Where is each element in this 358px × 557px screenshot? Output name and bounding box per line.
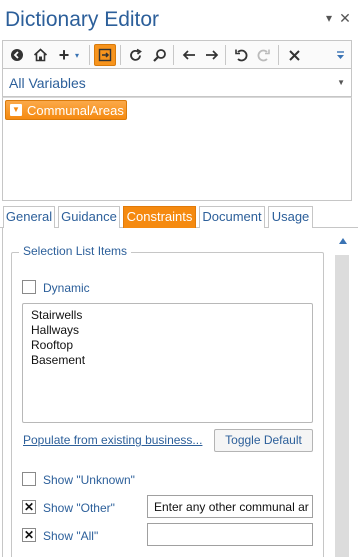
show-all-text-input[interactable] [147,523,313,546]
toggle-default-button[interactable]: Toggle Default [214,429,313,452]
toolbar-separator [225,45,226,65]
vertical-scrollbar[interactable] [334,232,352,557]
tree-node-communal-areas[interactable]: ▼ CommunalAreas [5,100,127,120]
show-other-label: Show "Other" [43,501,115,515]
tab-general[interactable]: General [3,206,55,228]
toolbar-separator [120,45,121,65]
variable-selector[interactable]: All Variables ▼ [2,69,352,97]
insert-icon[interactable] [94,44,116,66]
undo-icon[interactable] [230,44,252,66]
back-icon[interactable] [6,44,28,66]
delete-icon[interactable] [283,44,305,66]
list-item[interactable]: Stairwells [31,308,304,323]
selection-list-box[interactable]: Stairwells Hallways Rooftop Basement [22,303,313,423]
populate-link[interactable]: Populate from existing business... [23,433,202,447]
window-title: Dictionary Editor [5,8,160,31]
tab-usage[interactable]: Usage [268,206,313,228]
toolbar-separator [89,45,90,65]
add-dropdown-icon[interactable]: ▾ [71,44,83,66]
scroll-up-icon[interactable] [339,238,347,244]
navigate-forward-icon[interactable] [201,44,223,66]
variable-selector-value: All Variables [9,75,86,91]
title-bar: Dictionary Editor ▾ ✕ [0,0,358,38]
home-icon[interactable] [29,44,51,66]
tree-node-label: CommunalAreas [27,103,124,118]
show-unknown-label: Show "Unknown" [43,473,135,487]
show-other-checkbox[interactable]: ✕ [22,500,36,514]
show-all-label: Show "All" [43,529,99,543]
tab-guidance[interactable]: Guidance [58,206,120,228]
list-item[interactable]: Hallways [31,323,304,338]
pin-icon[interactable]: ▾ [322,11,336,25]
scroll-thumb[interactable] [335,255,349,557]
tab-bar: General Guidance Constraints Document Us… [0,205,358,228]
toolbar-separator [173,45,174,65]
dynamic-label: Dynamic [43,281,90,295]
list-item[interactable]: Rooftop [31,338,304,353]
tab-document[interactable]: Document [199,206,265,228]
show-other-text-input[interactable]: Enter any other communal ar [147,495,313,518]
tab-constraints[interactable]: Constraints [123,206,196,228]
search-icon[interactable] [148,44,170,66]
refresh-icon[interactable] [124,44,146,66]
toolbar: + ▾ [2,40,352,69]
group-title: Selection List Items [19,244,132,258]
navigate-back-icon[interactable] [178,44,200,66]
redo-icon[interactable] [253,44,275,66]
show-all-checkbox[interactable]: ✕ [22,528,36,542]
variable-tree: ▼ CommunalAreas [2,97,352,201]
toolbar-overflow-icon[interactable] [332,44,348,66]
toolbar-separator [278,45,279,65]
dynamic-checkbox[interactable] [22,280,36,294]
close-icon[interactable]: ✕ [338,11,352,25]
dropdown-icon: ▼ [10,104,22,116]
list-item[interactable]: Basement [31,353,304,368]
show-unknown-checkbox[interactable] [22,472,36,486]
chevron-down-icon: ▼ [337,78,345,87]
